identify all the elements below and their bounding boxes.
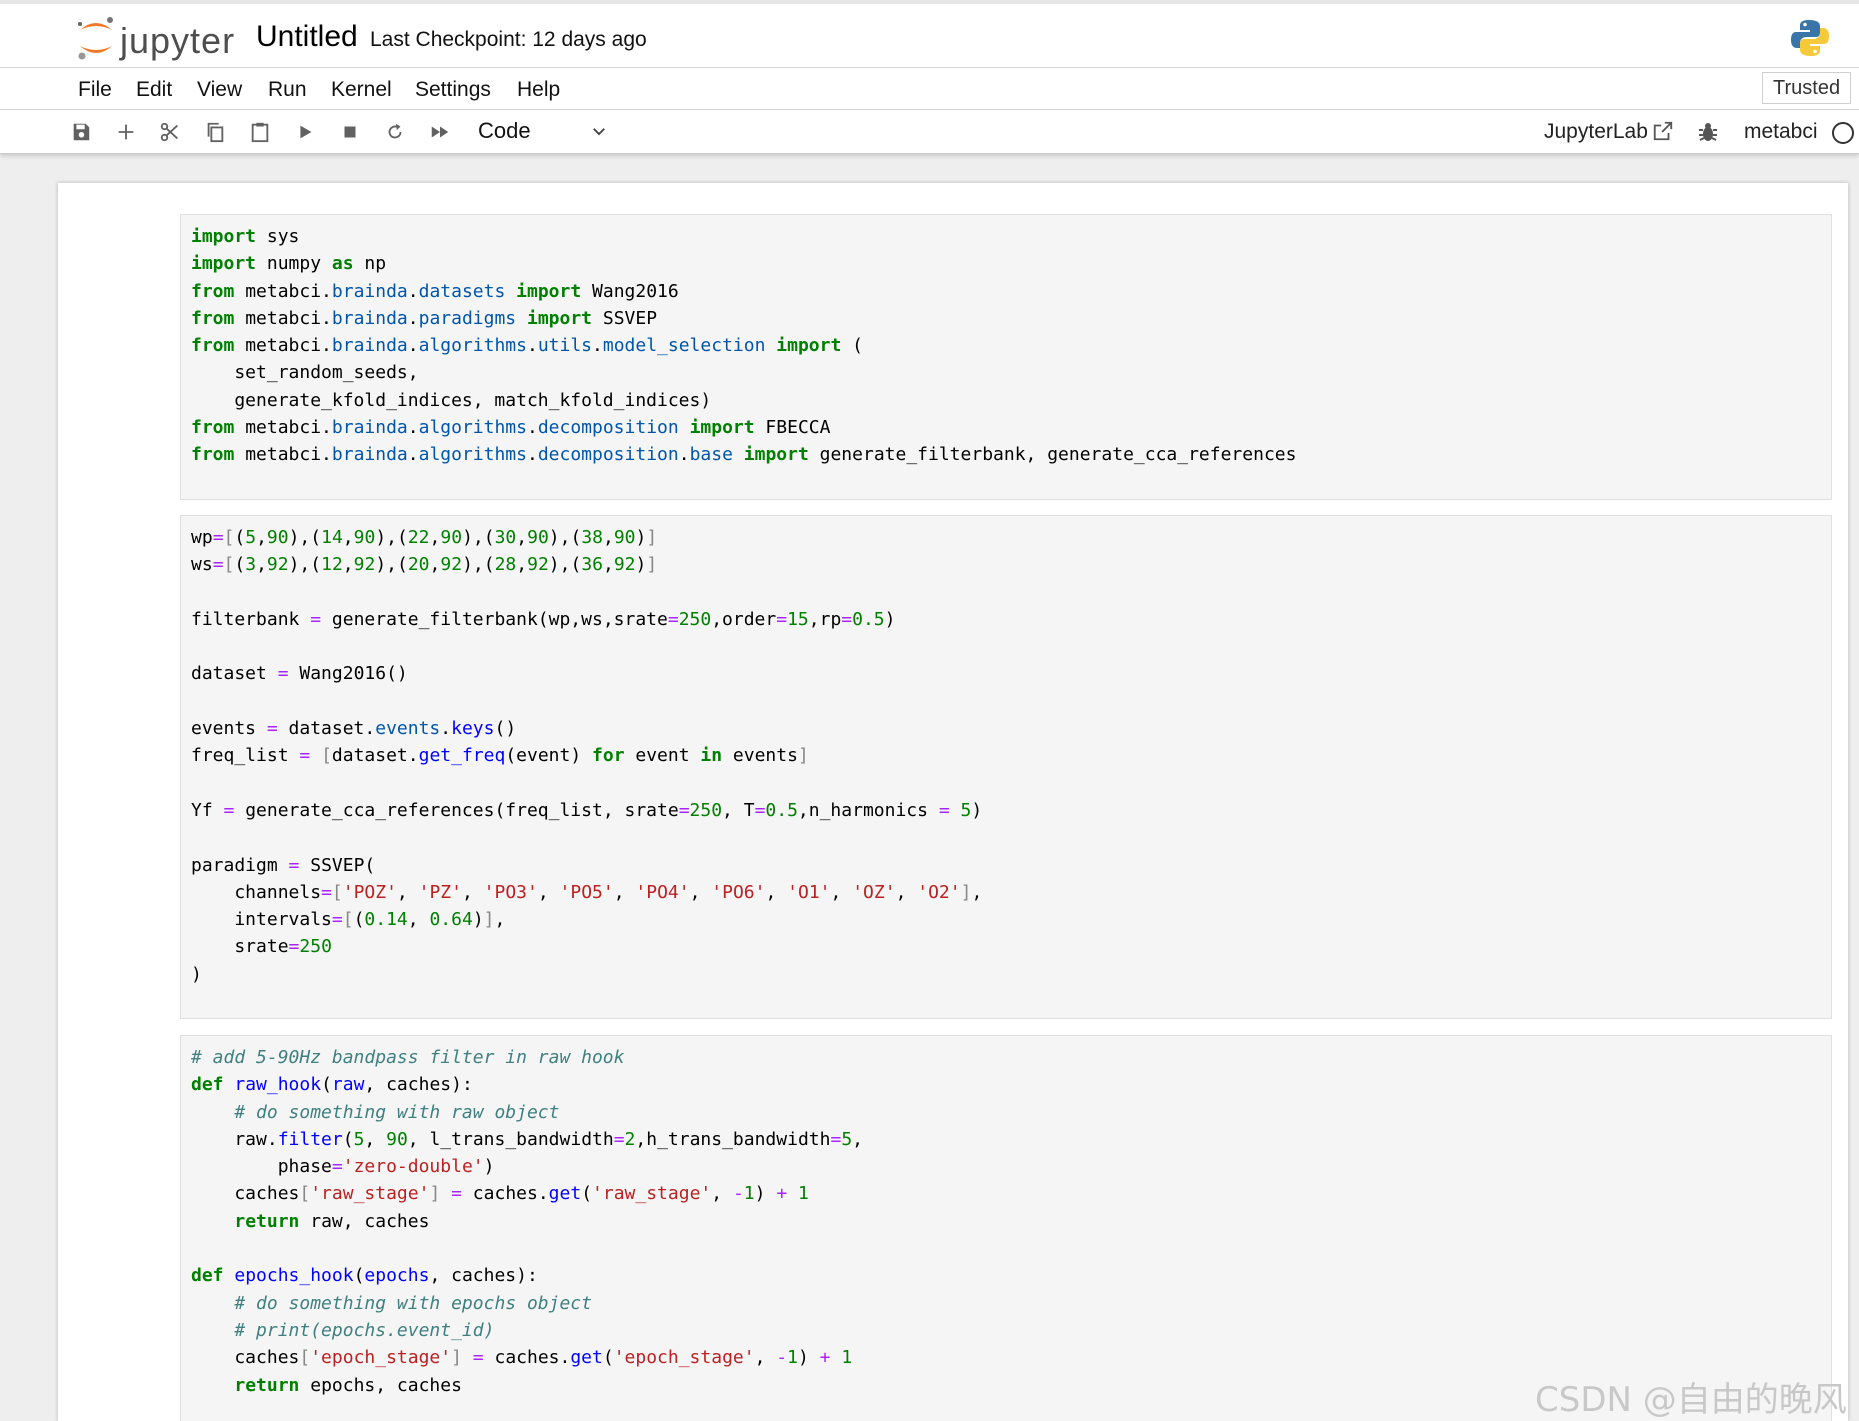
csdn-watermark: CSDN @自由的晚风 <box>1535 1380 1847 1420</box>
code-editor[interactable]: # add 5-90Hz bandpass filter in raw hook… <box>180 1035 1832 1421</box>
menu-bar: File Edit View Run Kernel Settings Help … <box>0 68 1859 110</box>
paste-button[interactable] <box>247 119 273 145</box>
cell-type-select[interactable]: Code <box>478 118 608 146</box>
python-kernel-logo-icon <box>1791 20 1829 56</box>
restart-button[interactable] <box>382 119 408 145</box>
add-icon <box>118 124 134 140</box>
menu-kernel[interactable]: Kernel <box>331 78 392 102</box>
stop-icon <box>344 126 356 138</box>
chevron-down-icon <box>593 128 605 136</box>
copy-button[interactable] <box>202 119 228 145</box>
kernel-name[interactable]: metabci <box>1744 120 1818 144</box>
last-checkpoint-text: Last Checkpoint: 12 days ago <box>370 28 647 51</box>
run-button[interactable] <box>292 119 318 145</box>
interrupt-button[interactable] <box>337 119 363 145</box>
menu-settings[interactable]: Settings <box>415 78 491 102</box>
jupyter-logo-text: jupyter <box>120 20 236 61</box>
code-text: import sys import numpy as np from metab… <box>191 226 1297 466</box>
code-text: wp=[(5,90),(14,90),(22,90),(30,90),(38,9… <box>191 527 983 985</box>
code-text: # add 5-90Hz bandpass filter in raw hook… <box>191 1047 863 1396</box>
notebook-header: jupyter Untitled Last Checkpoint: 12 day… <box>0 0 1859 68</box>
cell-type-value: Code <box>478 118 531 143</box>
cut-icon <box>160 122 178 142</box>
menu-file[interactable]: File <box>78 78 112 102</box>
fast-forward-icon <box>431 126 449 138</box>
debugger-bug-icon[interactable] <box>1696 120 1720 144</box>
code-editor[interactable]: import sys import numpy as np from metab… <box>180 214 1832 500</box>
trusted-indicator[interactable]: Trusted <box>1762 72 1852 104</box>
save-button[interactable] <box>68 119 94 145</box>
save-icon <box>73 123 90 141</box>
run-all-button[interactable] <box>427 119 453 145</box>
menu-view[interactable]: View <box>197 78 242 102</box>
code-editor[interactable]: wp=[(5,90),(14,90),(22,90),(30,90),(38,9… <box>180 515 1832 1019</box>
notebook-toolbar: Code JupyterLab metabci <box>0 110 1859 154</box>
menu-help[interactable]: Help <box>517 78 560 102</box>
kernel-status-idle-icon <box>1832 122 1854 144</box>
notebook-panel[interactable]: [3]: import sys import numpy as np from … <box>58 183 1848 1421</box>
external-link-icon[interactable] <box>1652 120 1674 142</box>
run-icon <box>300 125 312 139</box>
paste-icon <box>251 122 269 143</box>
add-cell-button[interactable] <box>113 119 139 145</box>
jupyter-logo-icon <box>78 17 113 60</box>
jupyterlab-link[interactable]: JupyterLab <box>1544 120 1648 144</box>
jupyter-logo[interactable]: jupyter <box>74 14 244 62</box>
cut-button[interactable] <box>157 119 183 145</box>
copy-icon <box>207 122 224 143</box>
notebook-title[interactable]: Untitled <box>256 20 358 54</box>
menu-edit[interactable]: Edit <box>136 78 172 102</box>
menu-run[interactable]: Run <box>268 78 307 102</box>
restart-icon <box>388 123 402 139</box>
